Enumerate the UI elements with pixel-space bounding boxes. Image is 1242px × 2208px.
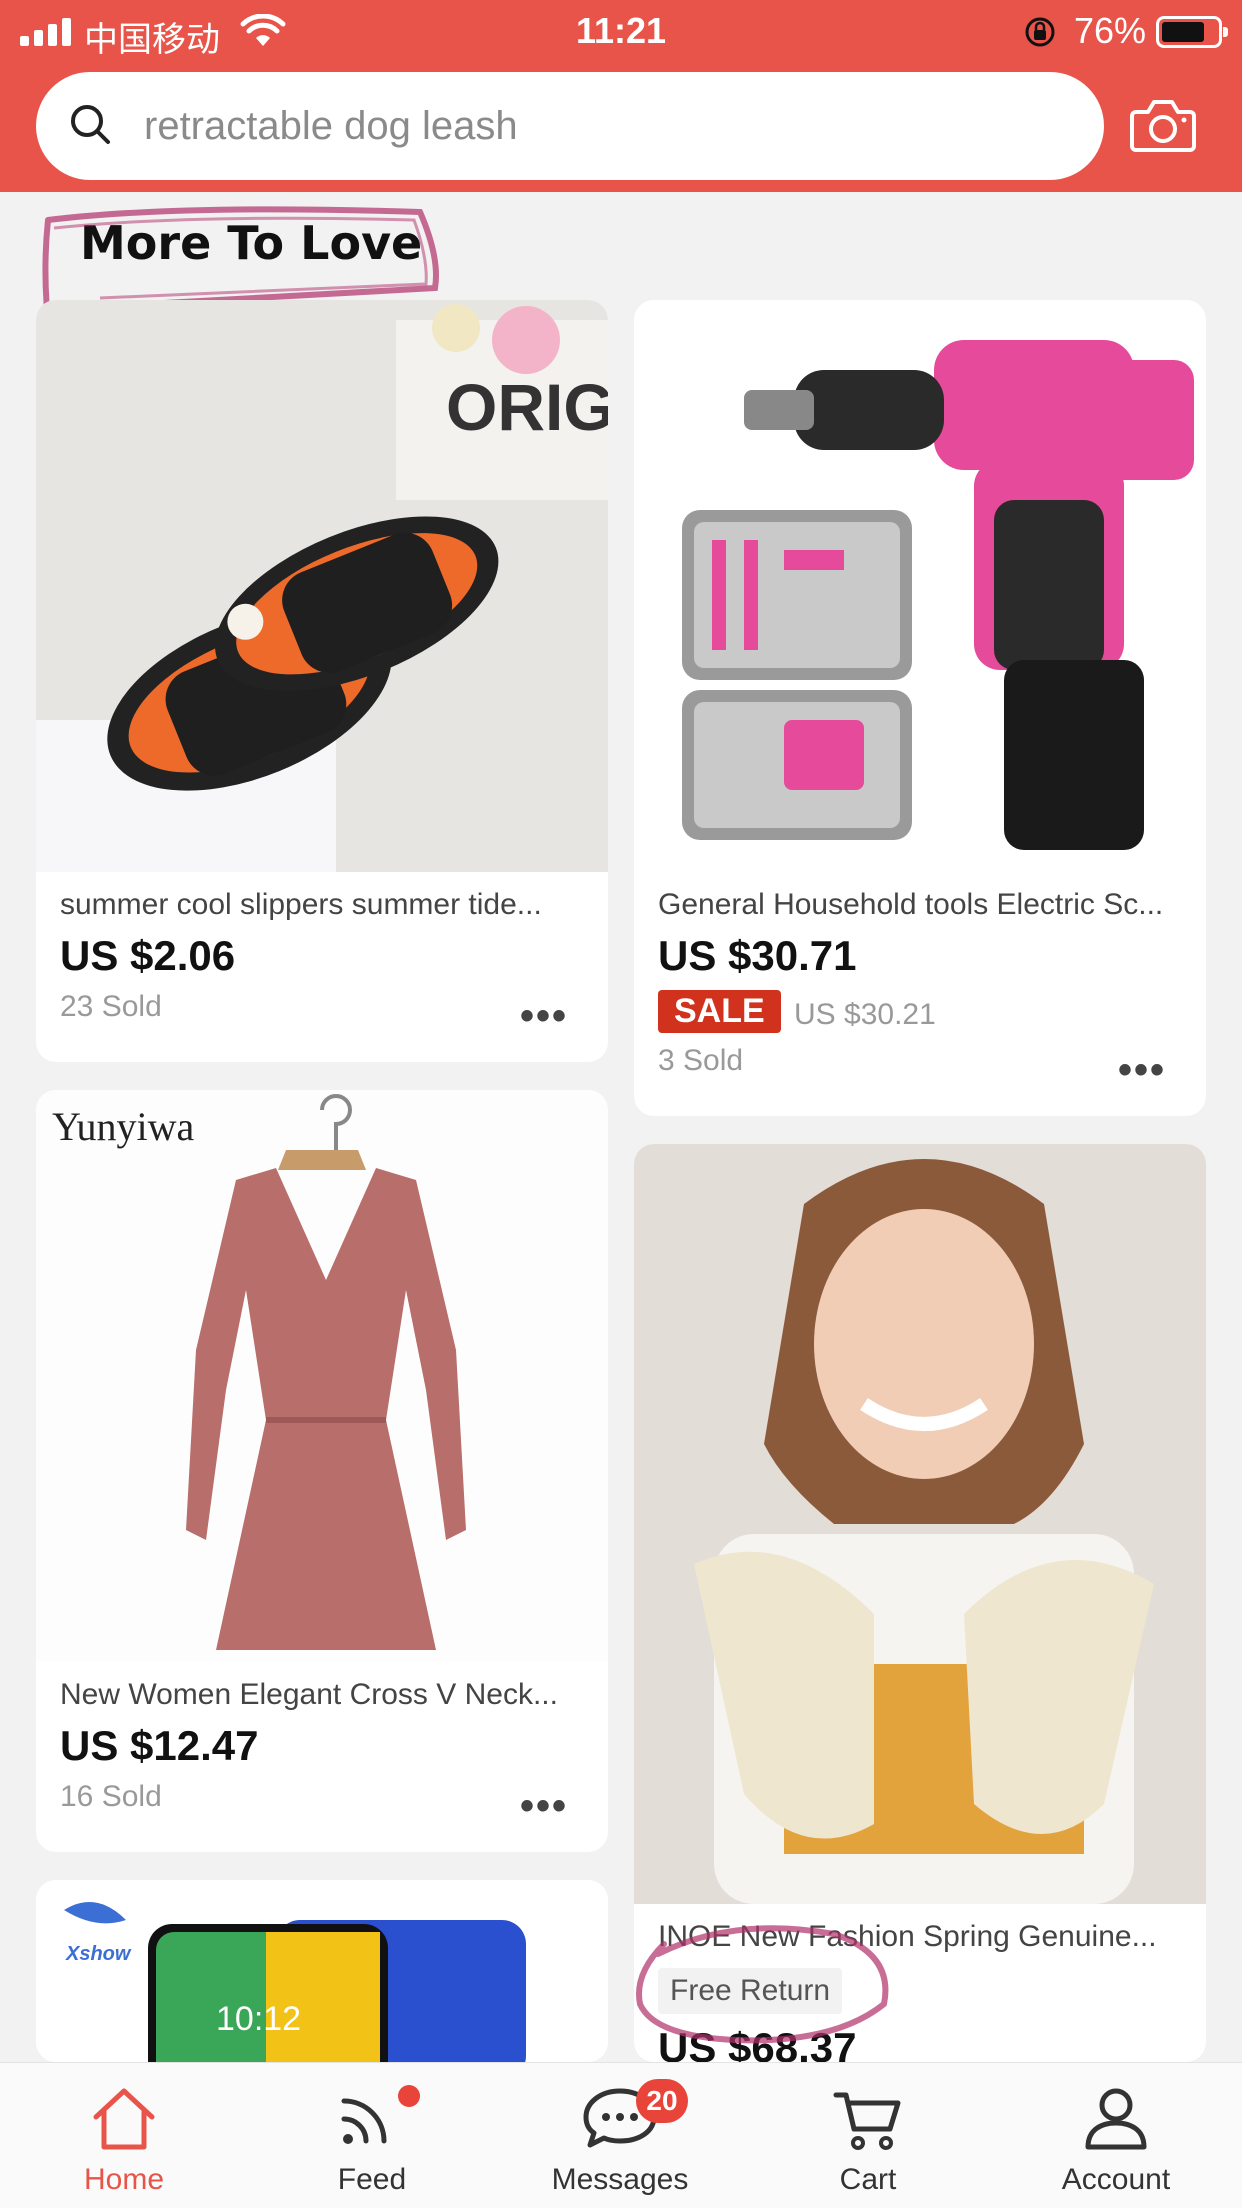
cart-icon bbox=[833, 2092, 901, 2150]
search-bar[interactable] bbox=[36, 72, 1104, 180]
tab-label: Messages bbox=[551, 2163, 689, 2196]
tab-account[interactable]: Account bbox=[992, 2063, 1240, 2208]
product-image-slippers: ORIG bbox=[36, 300, 608, 872]
bottom-tab-bar: Home Feed 20 Messages Cart Account bbox=[0, 2062, 1242, 2208]
tab-label: Cart bbox=[839, 2163, 897, 2196]
product-title: summer cool slippers summer tide... bbox=[60, 888, 542, 921]
more-options-button[interactable]: ••• bbox=[520, 1784, 568, 1829]
tab-label: Feed bbox=[337, 2163, 407, 2196]
phone-time: 10:12 bbox=[216, 2000, 301, 2038]
unread-badge: 20 bbox=[636, 2079, 688, 2123]
product-card[interactable]: ORIG summer cool slippers summer tide...… bbox=[36, 300, 608, 1062]
brand-label: Xshow bbox=[65, 1943, 132, 1965]
search-input[interactable] bbox=[144, 90, 1064, 162]
camera-search-icon[interactable] bbox=[1130, 96, 1196, 154]
brand-label: Yunyiwa bbox=[52, 1104, 194, 1149]
tab-messages[interactable]: 20 Messages bbox=[496, 2063, 744, 2208]
tab-label: Home bbox=[83, 2163, 165, 2196]
original-price: US $30.21 bbox=[794, 998, 936, 1031]
tab-feed[interactable]: Feed bbox=[248, 2063, 496, 2208]
sold-count: 16 Sold bbox=[60, 1780, 162, 1813]
product-image-sneakers bbox=[634, 1144, 1206, 1904]
product-image-toolset bbox=[634, 300, 1206, 872]
battery-percentage: 76% bbox=[1074, 10, 1147, 51]
box-label: ORIG bbox=[446, 370, 608, 444]
product-price: US $30.71 bbox=[658, 932, 857, 979]
product-card[interactable]: Yunyiwa New Women Elegant Cross V Neck..… bbox=[36, 1090, 608, 1852]
product-title: General Household tools Electric Sc... bbox=[658, 888, 1164, 921]
section-title: More To Love bbox=[80, 216, 423, 270]
rotation-lock-icon bbox=[1025, 17, 1055, 47]
search-icon bbox=[71, 105, 110, 144]
account-icon bbox=[1085, 2088, 1147, 2150]
product-card[interactable]: General Household tools Electric Sc... U… bbox=[634, 300, 1206, 1116]
sale-badge: SALE bbox=[658, 990, 781, 1033]
product-price: US $2.06 bbox=[60, 932, 236, 979]
home-icon bbox=[93, 2088, 155, 2150]
notification-dot bbox=[398, 2085, 420, 2107]
product-title: New Women Elegant Cross V Neck... bbox=[60, 1678, 558, 1711]
product-image-dress: Yunyiwa bbox=[36, 1090, 608, 1662]
tab-label: Account bbox=[1061, 2163, 1171, 2196]
tab-cart[interactable]: Cart bbox=[744, 2063, 992, 2208]
product-card[interactable]: INOE New Fashion Spring Genuine... Free … bbox=[634, 1144, 1206, 2062]
app-header: 中国移动 11:21 76% bbox=[0, 0, 1242, 192]
product-card[interactable]: Xshow 10:12 bbox=[36, 1880, 608, 2062]
more-options-button[interactable]: ••• bbox=[520, 994, 568, 1039]
product-price: US $12.47 bbox=[60, 1722, 259, 1769]
more-options-button[interactable]: ••• bbox=[1118, 1048, 1166, 1093]
sold-count: 3 Sold bbox=[658, 1044, 744, 1077]
product-image-phone: Xshow 10:12 bbox=[36, 1880, 608, 2062]
status-bar: 中国移动 11:21 76% bbox=[0, 0, 1242, 64]
battery-icon bbox=[1156, 16, 1228, 48]
annotation-circle bbox=[636, 1925, 889, 2044]
tab-home[interactable]: Home bbox=[0, 2063, 248, 2208]
sold-count: 23 Sold bbox=[60, 990, 162, 1023]
